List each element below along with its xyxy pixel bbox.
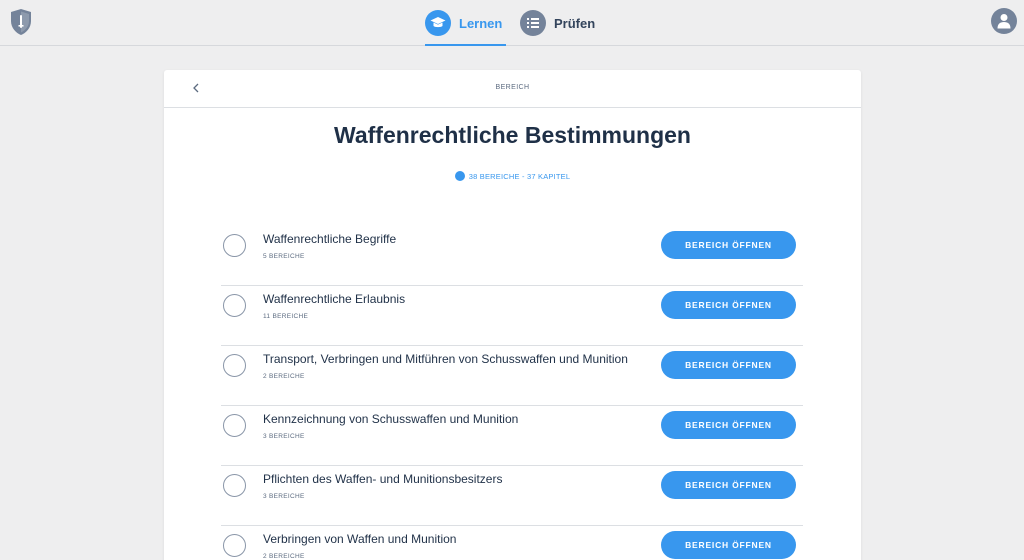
- tab-lernen-label: Lernen: [459, 15, 503, 31]
- open-section-button[interactable]: BEREICH ÖFFNEN: [661, 231, 796, 259]
- list-item: Verbringen von Waffen und Munition 2 BER…: [221, 526, 803, 560]
- tab-pruefen[interactable]: Prüfen: [520, 0, 595, 46]
- open-section-button[interactable]: BEREICH ÖFFNEN: [661, 291, 796, 319]
- tab-pruefen-label: Prüfen: [554, 15, 596, 31]
- user-icon[interactable]: [991, 8, 1017, 34]
- card-header: BEREICH: [164, 70, 861, 108]
- progress-dot-icon: [454, 171, 465, 181]
- meta-text: 38 BEREICHE - 37 KAPITEL: [468, 171, 571, 181]
- content-card: BEREICH Waffenrechtliche Bestimmungen 38…: [164, 70, 861, 560]
- section-title: Waffenrechtliche Erlaubnis: [263, 292, 406, 306]
- radio-button[interactable]: [223, 474, 246, 497]
- list-item: Pflichten des Waffen- und Munitionsbesit…: [221, 466, 803, 526]
- radio-button[interactable]: [223, 414, 246, 437]
- list-item: Waffenrechtliche Begriffe 5 BEREICHE BER…: [221, 226, 803, 286]
- section-title: Pflichten des Waffen- und Munitionsbesit…: [263, 472, 503, 486]
- section-title: Verbringen von Waffen und Munition: [263, 532, 457, 546]
- main-nav: Lernen Prüfen: [425, 0, 595, 46]
- section-title: Transport, Verbringen und Mitführen von …: [263, 352, 628, 366]
- list-item: Kennzeichnung von Schusswaffen und Munit…: [221, 406, 803, 466]
- section-count: 2 BEREICHE: [263, 373, 305, 380]
- radio-button[interactable]: [223, 354, 246, 377]
- radio-button[interactable]: [223, 534, 246, 557]
- graduation-cap-icon: [425, 10, 451, 36]
- open-section-button[interactable]: BEREICH ÖFFNEN: [661, 351, 796, 379]
- tab-lernen[interactable]: Lernen: [425, 0, 506, 46]
- section-count: 11 BEREICHE: [263, 313, 309, 320]
- section-count: 5 BEREICHE: [263, 253, 305, 260]
- header-title: BEREICH: [495, 84, 530, 91]
- section-count: 3 BEREICHE: [263, 433, 305, 440]
- list-icon: [520, 10, 546, 36]
- open-section-button[interactable]: BEREICH ÖFFNEN: [661, 411, 796, 439]
- section-title: Kennzeichnung von Schusswaffen und Munit…: [263, 412, 519, 426]
- page-title: Waffenrechtliche Bestimmungen: [334, 122, 691, 148]
- section-count: 2 BEREICHE: [263, 553, 305, 560]
- section-meta: 38 BEREICHE - 37 KAPITEL: [164, 171, 861, 181]
- radio-button[interactable]: [223, 234, 246, 257]
- shield-icon[interactable]: [9, 8, 33, 36]
- open-section-button[interactable]: BEREICH ÖFFNEN: [661, 531, 796, 559]
- top-bar: Lernen Prüfen: [0, 0, 1024, 46]
- section-title: Waffenrechtliche Begriffe: [263, 232, 397, 246]
- list-item: Waffenrechtliche Erlaubnis 11 BEREICHE B…: [221, 286, 803, 346]
- list-item: Transport, Verbringen und Mitführen von …: [221, 346, 803, 406]
- section-count: 3 BEREICHE: [263, 493, 305, 500]
- open-section-button[interactable]: BEREICH ÖFFNEN: [661, 471, 796, 499]
- radio-button[interactable]: [223, 294, 246, 317]
- section-list: Waffenrechtliche Begriffe 5 BEREICHE BER…: [221, 226, 803, 560]
